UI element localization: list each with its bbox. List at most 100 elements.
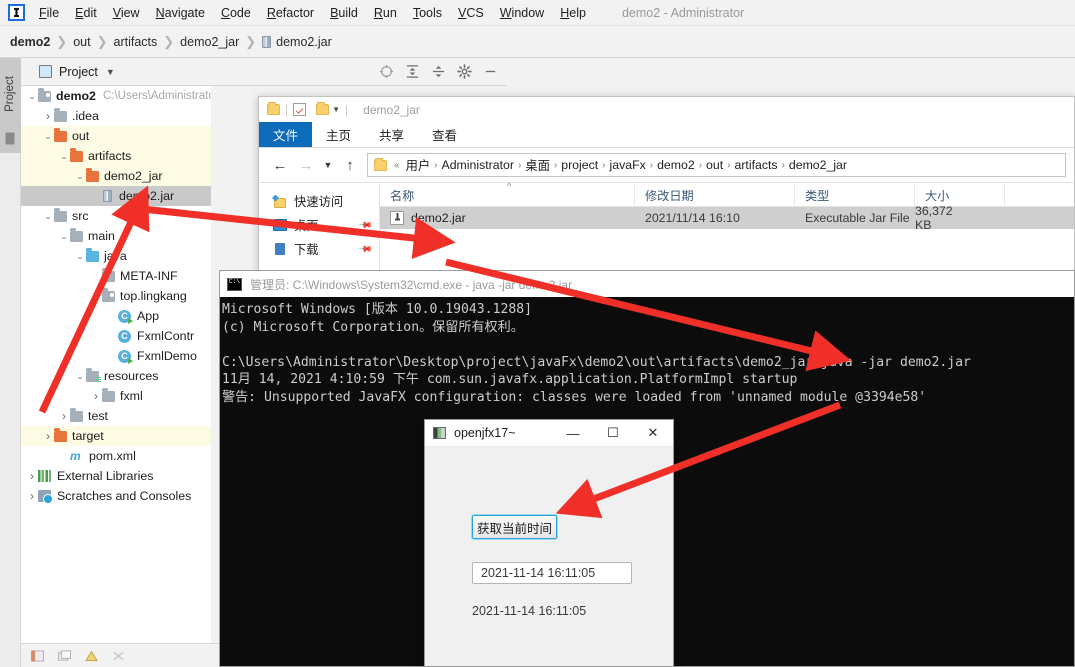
tree-node-out[interactable]: ⌄ out xyxy=(21,126,211,146)
chevron-right-icon[interactable]: › xyxy=(27,469,37,483)
pin-icon[interactable]: 📌 xyxy=(358,241,373,257)
tree-node-pom-xml[interactable]: m pom.xml xyxy=(21,446,211,466)
hide-panel-icon[interactable] xyxy=(483,64,498,79)
file-row[interactable]: demo2.jar 2021/11/14 16:10 Executable Jar … xyxy=(380,204,1074,232)
tree-node-demo2[interactable]: ⌄ demo2 C:\Users\Administrator\D... xyxy=(21,86,211,106)
chevron-down-icon[interactable]: ⌄ xyxy=(59,151,69,162)
up-icon[interactable]: ↑ xyxy=(337,153,363,177)
sidebar-item-desktop[interactable]: 桌面 📌 xyxy=(259,213,379,237)
locate-icon[interactable] xyxy=(379,64,394,79)
chevron-right-icon[interactable]: › xyxy=(27,489,37,503)
tool-tab-project[interactable]: Project xyxy=(0,58,21,153)
chevron-down-icon[interactable]: ⌄ xyxy=(91,291,101,302)
chevron-right-icon[interactable]: › xyxy=(59,409,69,423)
menu-run[interactable]: Run xyxy=(366,3,405,23)
tree-node-artifacts[interactable]: ⌄ artifacts xyxy=(21,146,211,166)
menu-code[interactable]: Code xyxy=(213,3,259,23)
expand-all-icon[interactable] xyxy=(405,64,420,79)
address-input[interactable]: « 用户 › Administrator › 桌面 › project › javaFx › dem… xyxy=(367,153,1066,177)
time-text-field[interactable]: 2021-11-14 16:11:05 xyxy=(472,562,632,584)
menu-window[interactable]: Window xyxy=(492,3,552,23)
menu-vcs[interactable]: VCS xyxy=(450,3,492,23)
address-segment-Administrator[interactable]: Administrator xyxy=(439,157,517,173)
tree-node-App[interactable]: C App xyxy=(21,306,211,326)
tree-node-demo2-jar[interactable]: demo2.jar xyxy=(21,186,211,206)
problems-icon[interactable] xyxy=(85,649,98,662)
tree-node-java[interactable]: ⌄ java xyxy=(21,246,211,266)
chevron-down-icon[interactable]: ⌄ xyxy=(27,91,37,102)
chevron-down-icon[interactable]: ⌄ xyxy=(43,211,53,222)
project-tree[interactable]: ⌄ demo2 C:\Users\Administrator\D... › .idea ⌄… xyxy=(21,86,211,643)
get-current-time-button[interactable]: 获取当前时间 xyxy=(471,514,558,540)
tree-node-top-lingkang[interactable]: ⌄ top.lingkang xyxy=(21,286,211,306)
column-header-size[interactable]: 大小 xyxy=(915,182,1005,207)
todo-icon[interactable] xyxy=(58,649,71,662)
chevron-down-icon[interactable]: ⌄ xyxy=(75,371,85,382)
ribbon-tab-文件[interactable]: 文件 xyxy=(259,122,313,147)
tree-node-Scratches-and-Consoles[interactable]: › Scratches and Consoles xyxy=(21,486,211,506)
file-rows[interactable]: demo2.jar 2021/11/14 16:10 Executable Jar … xyxy=(380,204,1074,232)
breadcrumb-item-out[interactable]: out xyxy=(73,35,90,49)
tree-node-FxmlContr[interactable]: C FxmlContr xyxy=(21,326,211,346)
chevron-right-icon[interactable]: › xyxy=(43,109,53,123)
address-segment-artifacts[interactable]: artifacts xyxy=(731,157,780,173)
save-icon[interactable] xyxy=(267,102,280,115)
chevron-down-icon[interactable]: ⌄ xyxy=(75,251,85,262)
tree-node-META-INF[interactable]: META-INF xyxy=(21,266,211,286)
breadcrumb-item-demo2[interactable]: demo2 xyxy=(10,35,50,49)
menu-refactor[interactable]: Refactor xyxy=(259,3,322,23)
tree-node-External-Libraries[interactable]: › External Libraries xyxy=(21,466,211,486)
menu-help[interactable]: Help xyxy=(552,3,594,23)
collapse-all-icon[interactable] xyxy=(431,64,446,79)
new-folder-icon[interactable] xyxy=(316,102,330,115)
ribbon-tab-主页[interactable]: 主页 xyxy=(312,122,365,147)
breadcrumb-item-demo2_jar[interactable]: demo2_jar xyxy=(180,35,239,49)
menu-navigate[interactable]: Navigate xyxy=(148,3,213,23)
menu-edit[interactable]: Edit xyxy=(67,3,105,23)
build-icon[interactable] xyxy=(112,650,125,662)
tree-node-test[interactable]: › test xyxy=(21,406,211,426)
sidebar-item-downloads[interactable]: 下载 📌 xyxy=(259,237,379,261)
ribbon-tab-共享[interactable]: 共享 xyxy=(365,122,418,147)
column-header-date[interactable]: 修改日期 xyxy=(635,182,795,207)
chevron-right-icon[interactable]: › xyxy=(43,429,53,443)
chevron-down-icon[interactable]: ⌄ xyxy=(75,171,85,182)
address-segment-project[interactable]: project xyxy=(558,157,601,173)
menu-tools[interactable]: Tools xyxy=(405,3,450,23)
tree-node-main[interactable]: ⌄ main xyxy=(21,226,211,246)
address-segment-桌面[interactable]: 桌面 xyxy=(522,155,553,175)
chevron-right-icon[interactable]: › xyxy=(91,389,101,403)
chevron-down-icon[interactable]: ⌄ xyxy=(59,231,69,242)
explorer-ribbon-tabs[interactable]: 文件 主页 共享 查看 xyxy=(259,122,1074,147)
menu-build[interactable]: Build xyxy=(322,3,366,23)
back-icon[interactable]: ← xyxy=(267,153,293,177)
tree-node-fxml[interactable]: › fxml xyxy=(21,386,211,406)
terminal-icon[interactable] xyxy=(31,649,44,662)
address-segment-demo2_jar[interactable]: demo2_jar xyxy=(786,157,850,173)
tree-node-demo2_jar[interactable]: ⌄ demo2_jar xyxy=(21,166,211,186)
chevron-down-icon[interactable]: ⌄ xyxy=(43,131,53,142)
menu-file[interactable]: File xyxy=(31,3,67,23)
breadcrumb-item-artifacts[interactable]: artifacts xyxy=(114,35,158,49)
minimize-icon[interactable]: — xyxy=(553,420,593,447)
address-segment-用户[interactable]: 用户 xyxy=(403,155,434,175)
pin-icon[interactable]: 📌 xyxy=(358,217,373,233)
column-header-type[interactable]: 类型 xyxy=(795,182,915,207)
gear-icon[interactable] xyxy=(457,64,472,79)
address-segment-out[interactable]: out xyxy=(703,157,726,173)
tree-node-src[interactable]: ⌄ src xyxy=(21,206,211,226)
tree-node--idea[interactable]: › .idea xyxy=(21,106,211,126)
recent-locations-icon[interactable]: ▼ xyxy=(319,153,337,177)
tree-node-target[interactable]: › target xyxy=(21,426,211,446)
sidebar-item-quick-access[interactable]: 快速访问 xyxy=(259,189,379,213)
tree-node-FxmlDemo[interactable]: C FxmlDemo xyxy=(21,346,211,366)
close-icon[interactable]: ✕ xyxy=(633,420,673,447)
chevron-down-icon[interactable]: ▼ xyxy=(106,67,115,77)
breadcrumb-item-demo2-jar[interactable]: demo2.jar xyxy=(262,35,332,49)
tree-node-resources[interactable]: ⌄ resources xyxy=(21,366,211,386)
forward-icon[interactable]: → xyxy=(293,153,319,177)
menu-view[interactable]: View xyxy=(105,3,148,23)
ribbon-tab-查看[interactable]: 查看 xyxy=(418,122,471,147)
address-segment-demo2[interactable]: demo2 xyxy=(654,157,698,173)
properties-icon[interactable] xyxy=(293,103,307,116)
